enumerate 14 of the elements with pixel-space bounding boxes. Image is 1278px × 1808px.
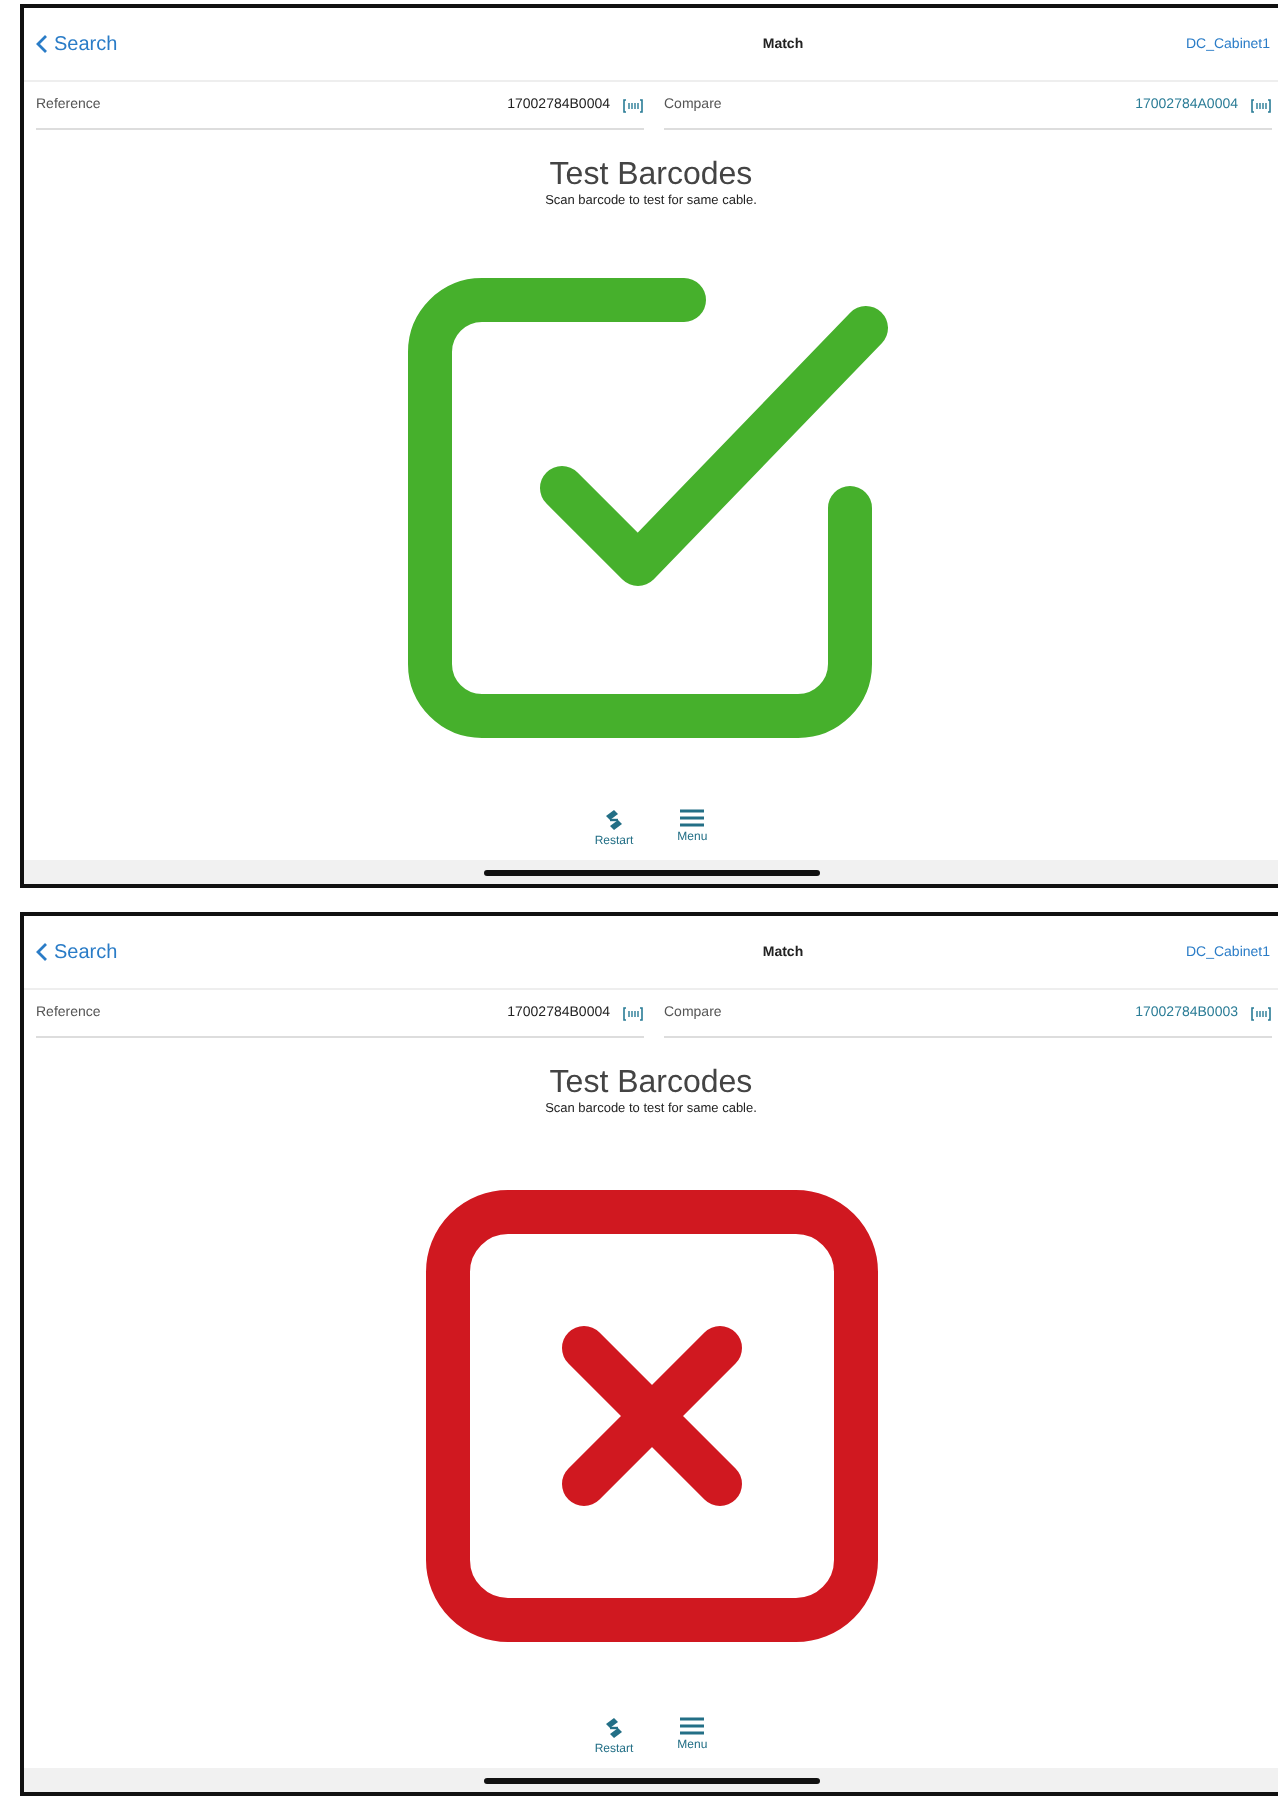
menu-icon [680,1716,705,1736]
chevron-left-icon [36,34,48,54]
menu-icon [680,808,705,828]
back-link[interactable]: Search [36,33,516,55]
chevron-left-icon [36,942,48,962]
page-heading: Test Barcodes [549,1066,753,1102]
back-label[interactable]: Search [54,33,118,55]
back-label[interactable]: Search [54,941,118,963]
back-link[interactable]: Search [36,941,516,963]
page-heading: Test Barcodes [549,158,753,194]
barcode-scan-icon[interactable] [1250,1005,1272,1021]
barcode-scan-icon[interactable] [622,1005,644,1021]
barcode-scan-icon[interactable] [622,97,644,113]
barcode-scan-icon[interactable] [1250,97,1272,113]
